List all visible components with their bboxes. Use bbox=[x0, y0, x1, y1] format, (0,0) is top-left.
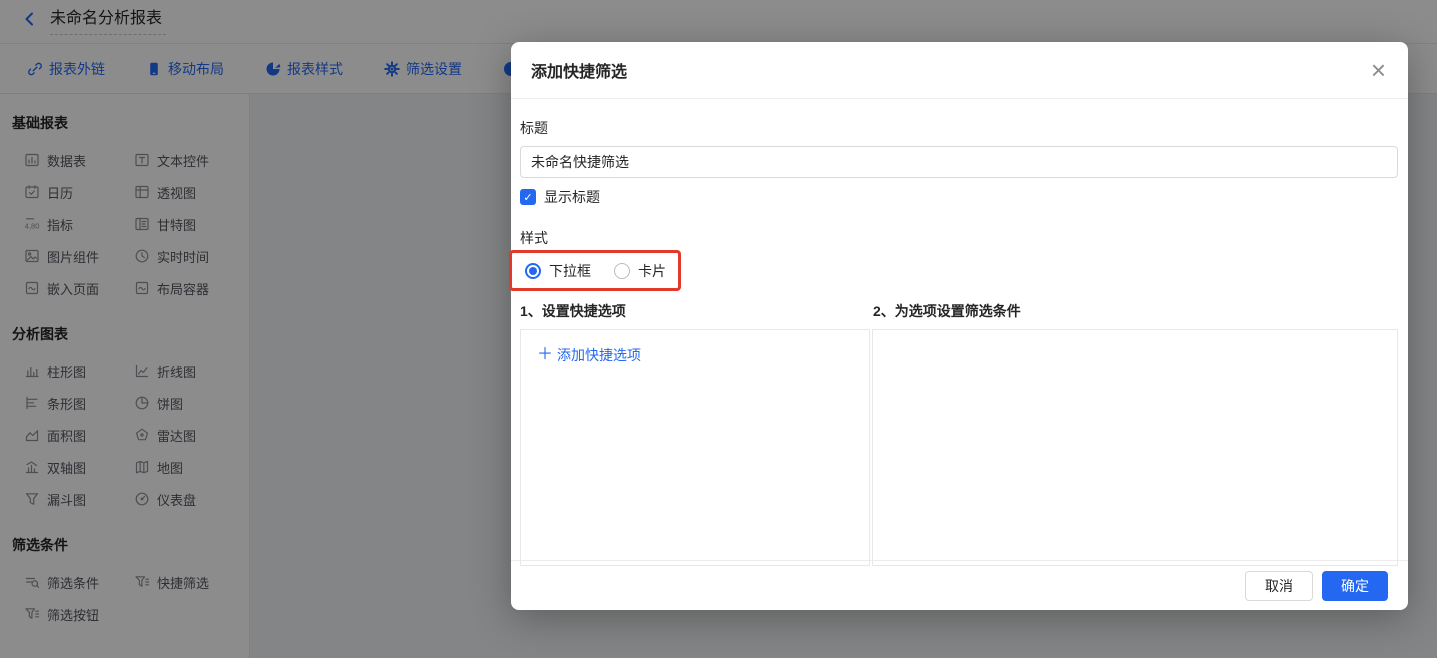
dialog-title: 添加快捷筛选 bbox=[531, 58, 627, 82]
style-radio-card[interactable]: 卡片 bbox=[614, 261, 666, 281]
panel-headings: 1、设置快捷选项 2、为选项设置筛选条件 bbox=[520, 301, 1398, 321]
add-quick-option-link[interactable]: ＋ 添加快捷选项 bbox=[537, 345, 641, 365]
panels-area: ＋ 添加快捷选项 bbox=[520, 329, 1398, 566]
show-title-label: 显示标题 bbox=[544, 187, 600, 207]
close-icon[interactable]: × bbox=[1371, 60, 1386, 80]
dialog-header: 添加快捷筛选 × bbox=[511, 42, 1408, 99]
cancel-button[interactable]: 取消 bbox=[1245, 571, 1313, 601]
conditions-panel-heading: 2、为选项设置筛选条件 bbox=[873, 301, 1021, 321]
show-title-checkbox-row[interactable]: ✓ 显示标题 bbox=[520, 187, 1398, 207]
style-radio-group-highlight: 下拉框 卡片 bbox=[509, 250, 681, 291]
filter-conditions-panel bbox=[872, 329, 1398, 566]
radio-selected-icon[interactable] bbox=[525, 263, 541, 279]
quick-options-panel: ＋ 添加快捷选项 bbox=[520, 329, 870, 566]
add-quick-filter-dialog: 添加快捷筛选 × 标题 ✓ 显示标题 样式 下拉框 卡片 1、设置快捷选项 2、为… bbox=[511, 42, 1408, 610]
checked-checkbox-icon[interactable]: ✓ bbox=[520, 189, 536, 205]
plus-icon: ＋ bbox=[537, 348, 553, 362]
dialog-body: 标题 ✓ 显示标题 样式 下拉框卡片 1、设置快捷选项 2、为选项设置筛选条件 … bbox=[511, 99, 1408, 566]
style-group-label: 样式 bbox=[520, 228, 1398, 248]
style-radio-label: 下拉框 bbox=[549, 261, 591, 281]
radio-unselected-icon[interactable] bbox=[614, 263, 630, 279]
add-quick-option-label: 添加快捷选项 bbox=[557, 345, 641, 365]
dialog-footer: 取消 确定 bbox=[511, 560, 1408, 610]
title-input[interactable] bbox=[520, 146, 1398, 178]
style-radio-dropdown[interactable]: 下拉框 bbox=[525, 261, 591, 281]
style-radio-label: 卡片 bbox=[638, 261, 666, 281]
app-root: 未命名分析报表 报表外链移动布局报表样式筛选设置 基础报表数据表文本控件日历透视… bbox=[0, 0, 1437, 658]
options-panel-heading: 1、设置快捷选项 bbox=[520, 301, 873, 321]
title-field-label: 标题 bbox=[520, 118, 1398, 138]
ok-button[interactable]: 确定 bbox=[1322, 571, 1388, 601]
